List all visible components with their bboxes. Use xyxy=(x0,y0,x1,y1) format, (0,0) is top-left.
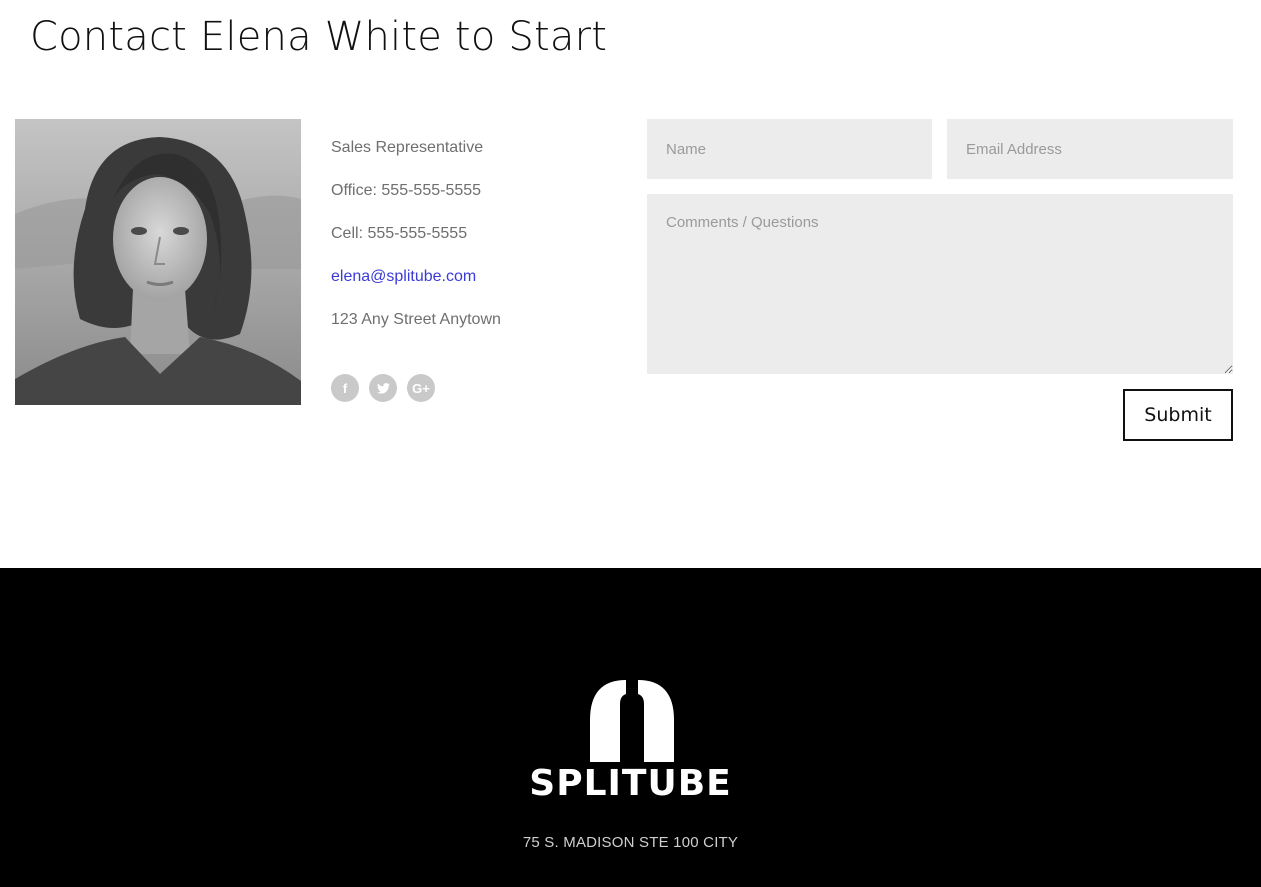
agent-info: Sales Representative Office: 555-555-555… xyxy=(331,137,621,352)
footer-brand-name: SPLITUBE xyxy=(529,763,732,804)
agent-photo-image xyxy=(15,119,301,405)
twitter-bird-icon xyxy=(376,382,390,394)
site-footer: SPLITUBE 75 S. MADISON STE 100 CITY xyxy=(0,568,1261,887)
social-links: f G+ xyxy=(331,374,435,402)
twitter-icon[interactable] xyxy=(369,374,397,402)
agent-email-link[interactable]: elena@splitube.com xyxy=(331,266,621,288)
footer-address: 75 S. MADISON STE 100 CITY xyxy=(522,834,739,851)
agent-role: Sales Representative xyxy=(331,139,484,156)
google-plus-icon[interactable]: G+ xyxy=(407,374,435,402)
name-input[interactable] xyxy=(647,119,932,179)
comments-textarea[interactable] xyxy=(647,194,1233,374)
agent-address: 123 Any Street Anytown xyxy=(331,311,501,328)
agent-photo xyxy=(15,119,301,405)
facebook-icon[interactable]: f xyxy=(331,374,359,402)
email-input[interactable] xyxy=(947,119,1233,179)
agent-office-phone: Office: 555-555-5555 xyxy=(331,182,482,199)
agent-cell-phone: Cell: 555-555-5555 xyxy=(331,225,468,242)
contact-page: Contact Elena White to Start Sales Repre… xyxy=(0,0,1261,887)
splitube-logo-icon xyxy=(590,680,674,762)
submit-button[interactable]: Submit xyxy=(1123,389,1233,441)
page-title: Contact Elena White to Start xyxy=(30,14,608,60)
